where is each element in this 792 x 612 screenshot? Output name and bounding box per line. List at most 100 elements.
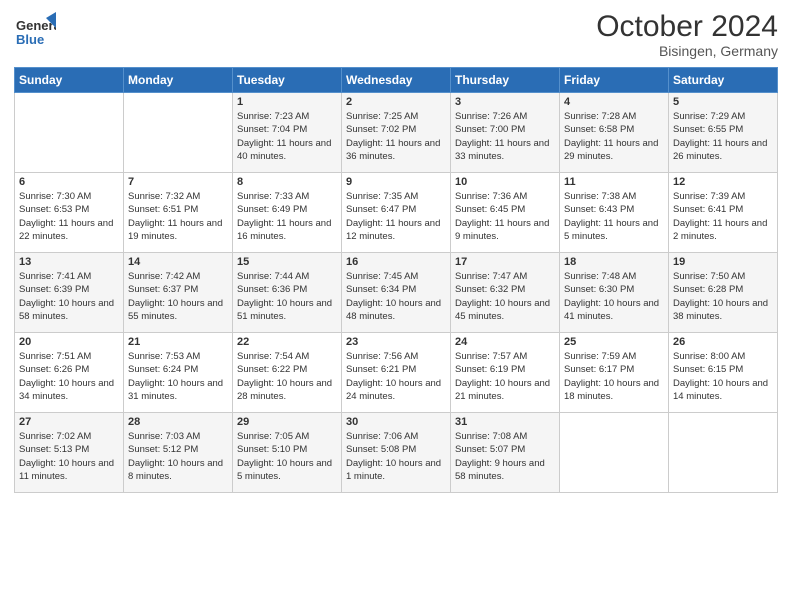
- cell-w2-d7: 12 Sunrise: 7:39 AMSunset: 6:41 PMDayligh…: [669, 173, 778, 253]
- day-number: 4: [564, 96, 664, 108]
- day-info: Sunrise: 7:38 AMSunset: 6:43 PMDaylight:…: [564, 190, 664, 243]
- header: General Blue October 2024 Bisingen, Germ…: [14, 10, 778, 59]
- day-info: Sunrise: 7:26 AMSunset: 7:00 PMDaylight:…: [455, 110, 555, 163]
- day-number: 18: [564, 256, 664, 268]
- cell-w5-d5: 31 Sunrise: 7:08 AMSunset: 5:07 PMDayligh…: [451, 413, 560, 493]
- cell-w5-d4: 30 Sunrise: 7:06 AMSunset: 5:08 PMDayligh…: [342, 413, 451, 493]
- day-info: Sunrise: 7:30 AMSunset: 6:53 PMDaylight:…: [19, 190, 119, 243]
- cell-w3-d2: 14 Sunrise: 7:42 AMSunset: 6:37 PMDayligh…: [124, 253, 233, 333]
- day-number: 3: [455, 96, 555, 108]
- day-number: 20: [19, 336, 119, 348]
- cell-w5-d7: [669, 413, 778, 493]
- cell-w3-d4: 16 Sunrise: 7:45 AMSunset: 6:34 PMDayligh…: [342, 253, 451, 333]
- logo: General Blue: [14, 10, 56, 52]
- day-number: 14: [128, 256, 228, 268]
- cell-w2-d2: 7 Sunrise: 7:32 AMSunset: 6:51 PMDaylight…: [124, 173, 233, 253]
- cell-w4-d1: 20 Sunrise: 7:51 AMSunset: 6:26 PMDayligh…: [15, 333, 124, 413]
- cell-w2-d6: 11 Sunrise: 7:38 AMSunset: 6:43 PMDayligh…: [560, 173, 669, 253]
- day-info: Sunrise: 7:51 AMSunset: 6:26 PMDaylight:…: [19, 350, 119, 403]
- cell-w4-d6: 25 Sunrise: 7:59 AMSunset: 6:17 PMDayligh…: [560, 333, 669, 413]
- col-saturday: Saturday: [669, 68, 778, 93]
- day-info: Sunrise: 7:05 AMSunset: 5:10 PMDaylight:…: [237, 430, 337, 483]
- day-number: 1: [237, 96, 337, 108]
- title-area: October 2024 Bisingen, Germany: [596, 10, 778, 59]
- week-row-4: 20 Sunrise: 7:51 AMSunset: 6:26 PMDayligh…: [15, 333, 778, 413]
- day-info: Sunrise: 8:00 AMSunset: 6:15 PMDaylight:…: [673, 350, 773, 403]
- cell-w2-d5: 10Sunrise: 7:36 AMSunset: 6:45 PMDayligh…: [451, 173, 560, 253]
- col-wednesday: Wednesday: [342, 68, 451, 93]
- day-number: 6: [19, 176, 119, 188]
- cell-w1-d5: 3 Sunrise: 7:26 AMSunset: 7:00 PMDaylight…: [451, 93, 560, 173]
- col-sunday: Sunday: [15, 68, 124, 93]
- week-row-1: 1 Sunrise: 7:23 AMSunset: 7:04 PMDaylight…: [15, 93, 778, 173]
- day-info: Sunrise: 7:57 AMSunset: 6:19 PMDaylight:…: [455, 350, 555, 403]
- day-number: 27: [19, 416, 119, 428]
- cell-w2-d1: 6 Sunrise: 7:30 AMSunset: 6:53 PMDaylight…: [15, 173, 124, 253]
- day-number: 22: [237, 336, 337, 348]
- day-info: Sunrise: 7:45 AMSunset: 6:34 PMDaylight:…: [346, 270, 446, 323]
- day-number: 31: [455, 416, 555, 428]
- day-number: 11: [564, 176, 664, 188]
- day-info: Sunrise: 7:59 AMSunset: 6:17 PMDaylight:…: [564, 350, 664, 403]
- cell-w1-d1: [15, 93, 124, 173]
- day-number: 26: [673, 336, 773, 348]
- cell-w5-d1: 27 Sunrise: 7:02 AMSunset: 5:13 PMDayligh…: [15, 413, 124, 493]
- cell-w1-d6: 4 Sunrise: 7:28 AMSunset: 6:58 PMDaylight…: [560, 93, 669, 173]
- cell-w3-d6: 18 Sunrise: 7:48 AMSunset: 6:30 PMDayligh…: [560, 253, 669, 333]
- day-info: Sunrise: 7:53 AMSunset: 6:24 PMDaylight:…: [128, 350, 228, 403]
- cell-w4-d2: 21 Sunrise: 7:53 AMSunset: 6:24 PMDayligh…: [124, 333, 233, 413]
- day-info: Sunrise: 7:06 AMSunset: 5:08 PMDaylight:…: [346, 430, 446, 483]
- day-number: 24: [455, 336, 555, 348]
- day-info: Sunrise: 7:56 AMSunset: 6:21 PMDaylight:…: [346, 350, 446, 403]
- day-number: 8: [237, 176, 337, 188]
- day-number: 13: [19, 256, 119, 268]
- day-number: 7: [128, 176, 228, 188]
- col-friday: Friday: [560, 68, 669, 93]
- cell-w3-d1: 13 Sunrise: 7:41 AMSunset: 6:39 PMDayligh…: [15, 253, 124, 333]
- col-thursday: Thursday: [451, 68, 560, 93]
- month-title: October 2024: [596, 10, 778, 43]
- day-number: 2: [346, 96, 446, 108]
- day-info: Sunrise: 7:23 AMSunset: 7:04 PMDaylight:…: [237, 110, 337, 163]
- day-number: 19: [673, 256, 773, 268]
- day-info: Sunrise: 7:08 AMSunset: 5:07 PMDaylight:…: [455, 430, 555, 483]
- day-info: Sunrise: 7:32 AMSunset: 6:51 PMDaylight:…: [128, 190, 228, 243]
- cell-w4-d7: 26 Sunrise: 8:00 AMSunset: 6:15 PMDayligh…: [669, 333, 778, 413]
- calendar-table: Sunday Monday Tuesday Wednesday Thursday…: [14, 67, 778, 493]
- day-number: 30: [346, 416, 446, 428]
- day-number: 29: [237, 416, 337, 428]
- day-number: 9: [346, 176, 446, 188]
- day-info: Sunrise: 7:28 AMSunset: 6:58 PMDaylight:…: [564, 110, 664, 163]
- col-tuesday: Tuesday: [233, 68, 342, 93]
- day-info: Sunrise: 7:44 AMSunset: 6:36 PMDaylight:…: [237, 270, 337, 323]
- day-number: 17: [455, 256, 555, 268]
- cell-w4-d3: 22Sunrise: 7:54 AMSunset: 6:22 PMDayligh…: [233, 333, 342, 413]
- day-info: Sunrise: 7:41 AMSunset: 6:39 PMDaylight:…: [19, 270, 119, 323]
- day-number: 16: [346, 256, 446, 268]
- day-number: 5: [673, 96, 773, 108]
- day-number: 28: [128, 416, 228, 428]
- cell-w1-d3: 1 Sunrise: 7:23 AMSunset: 7:04 PMDaylight…: [233, 93, 342, 173]
- week-row-2: 6 Sunrise: 7:30 AMSunset: 6:53 PMDaylight…: [15, 173, 778, 253]
- week-row-3: 13 Sunrise: 7:41 AMSunset: 6:39 PMDayligh…: [15, 253, 778, 333]
- day-info: Sunrise: 7:48 AMSunset: 6:30 PMDaylight:…: [564, 270, 664, 323]
- day-number: 21: [128, 336, 228, 348]
- day-info: Sunrise: 7:35 AMSunset: 6:47 PMDaylight:…: [346, 190, 446, 243]
- day-info: Sunrise: 7:25 AMSunset: 7:02 PMDaylight:…: [346, 110, 446, 163]
- svg-text:Blue: Blue: [16, 32, 44, 47]
- day-number: 25: [564, 336, 664, 348]
- day-number: 12: [673, 176, 773, 188]
- cell-w3-d7: 19Sunrise: 7:50 AMSunset: 6:28 PMDayligh…: [669, 253, 778, 333]
- day-info: Sunrise: 7:03 AMSunset: 5:12 PMDaylight:…: [128, 430, 228, 483]
- day-info: Sunrise: 7:39 AMSunset: 6:41 PMDaylight:…: [673, 190, 773, 243]
- location: Bisingen, Germany: [596, 43, 778, 59]
- day-number: 10: [455, 176, 555, 188]
- cell-w2-d3: 8Sunrise: 7:33 AMSunset: 6:49 PMDaylight…: [233, 173, 342, 253]
- day-info: Sunrise: 7:02 AMSunset: 5:13 PMDaylight:…: [19, 430, 119, 483]
- cell-w1-d7: 5 Sunrise: 7:29 AMSunset: 6:55 PMDaylight…: [669, 93, 778, 173]
- day-info: Sunrise: 7:29 AMSunset: 6:55 PMDaylight:…: [673, 110, 773, 163]
- day-info: Sunrise: 7:42 AMSunset: 6:37 PMDaylight:…: [128, 270, 228, 323]
- cell-w5-d3: 29 Sunrise: 7:05 AMSunset: 5:10 PMDayligh…: [233, 413, 342, 493]
- day-number: 23: [346, 336, 446, 348]
- col-monday: Monday: [124, 68, 233, 93]
